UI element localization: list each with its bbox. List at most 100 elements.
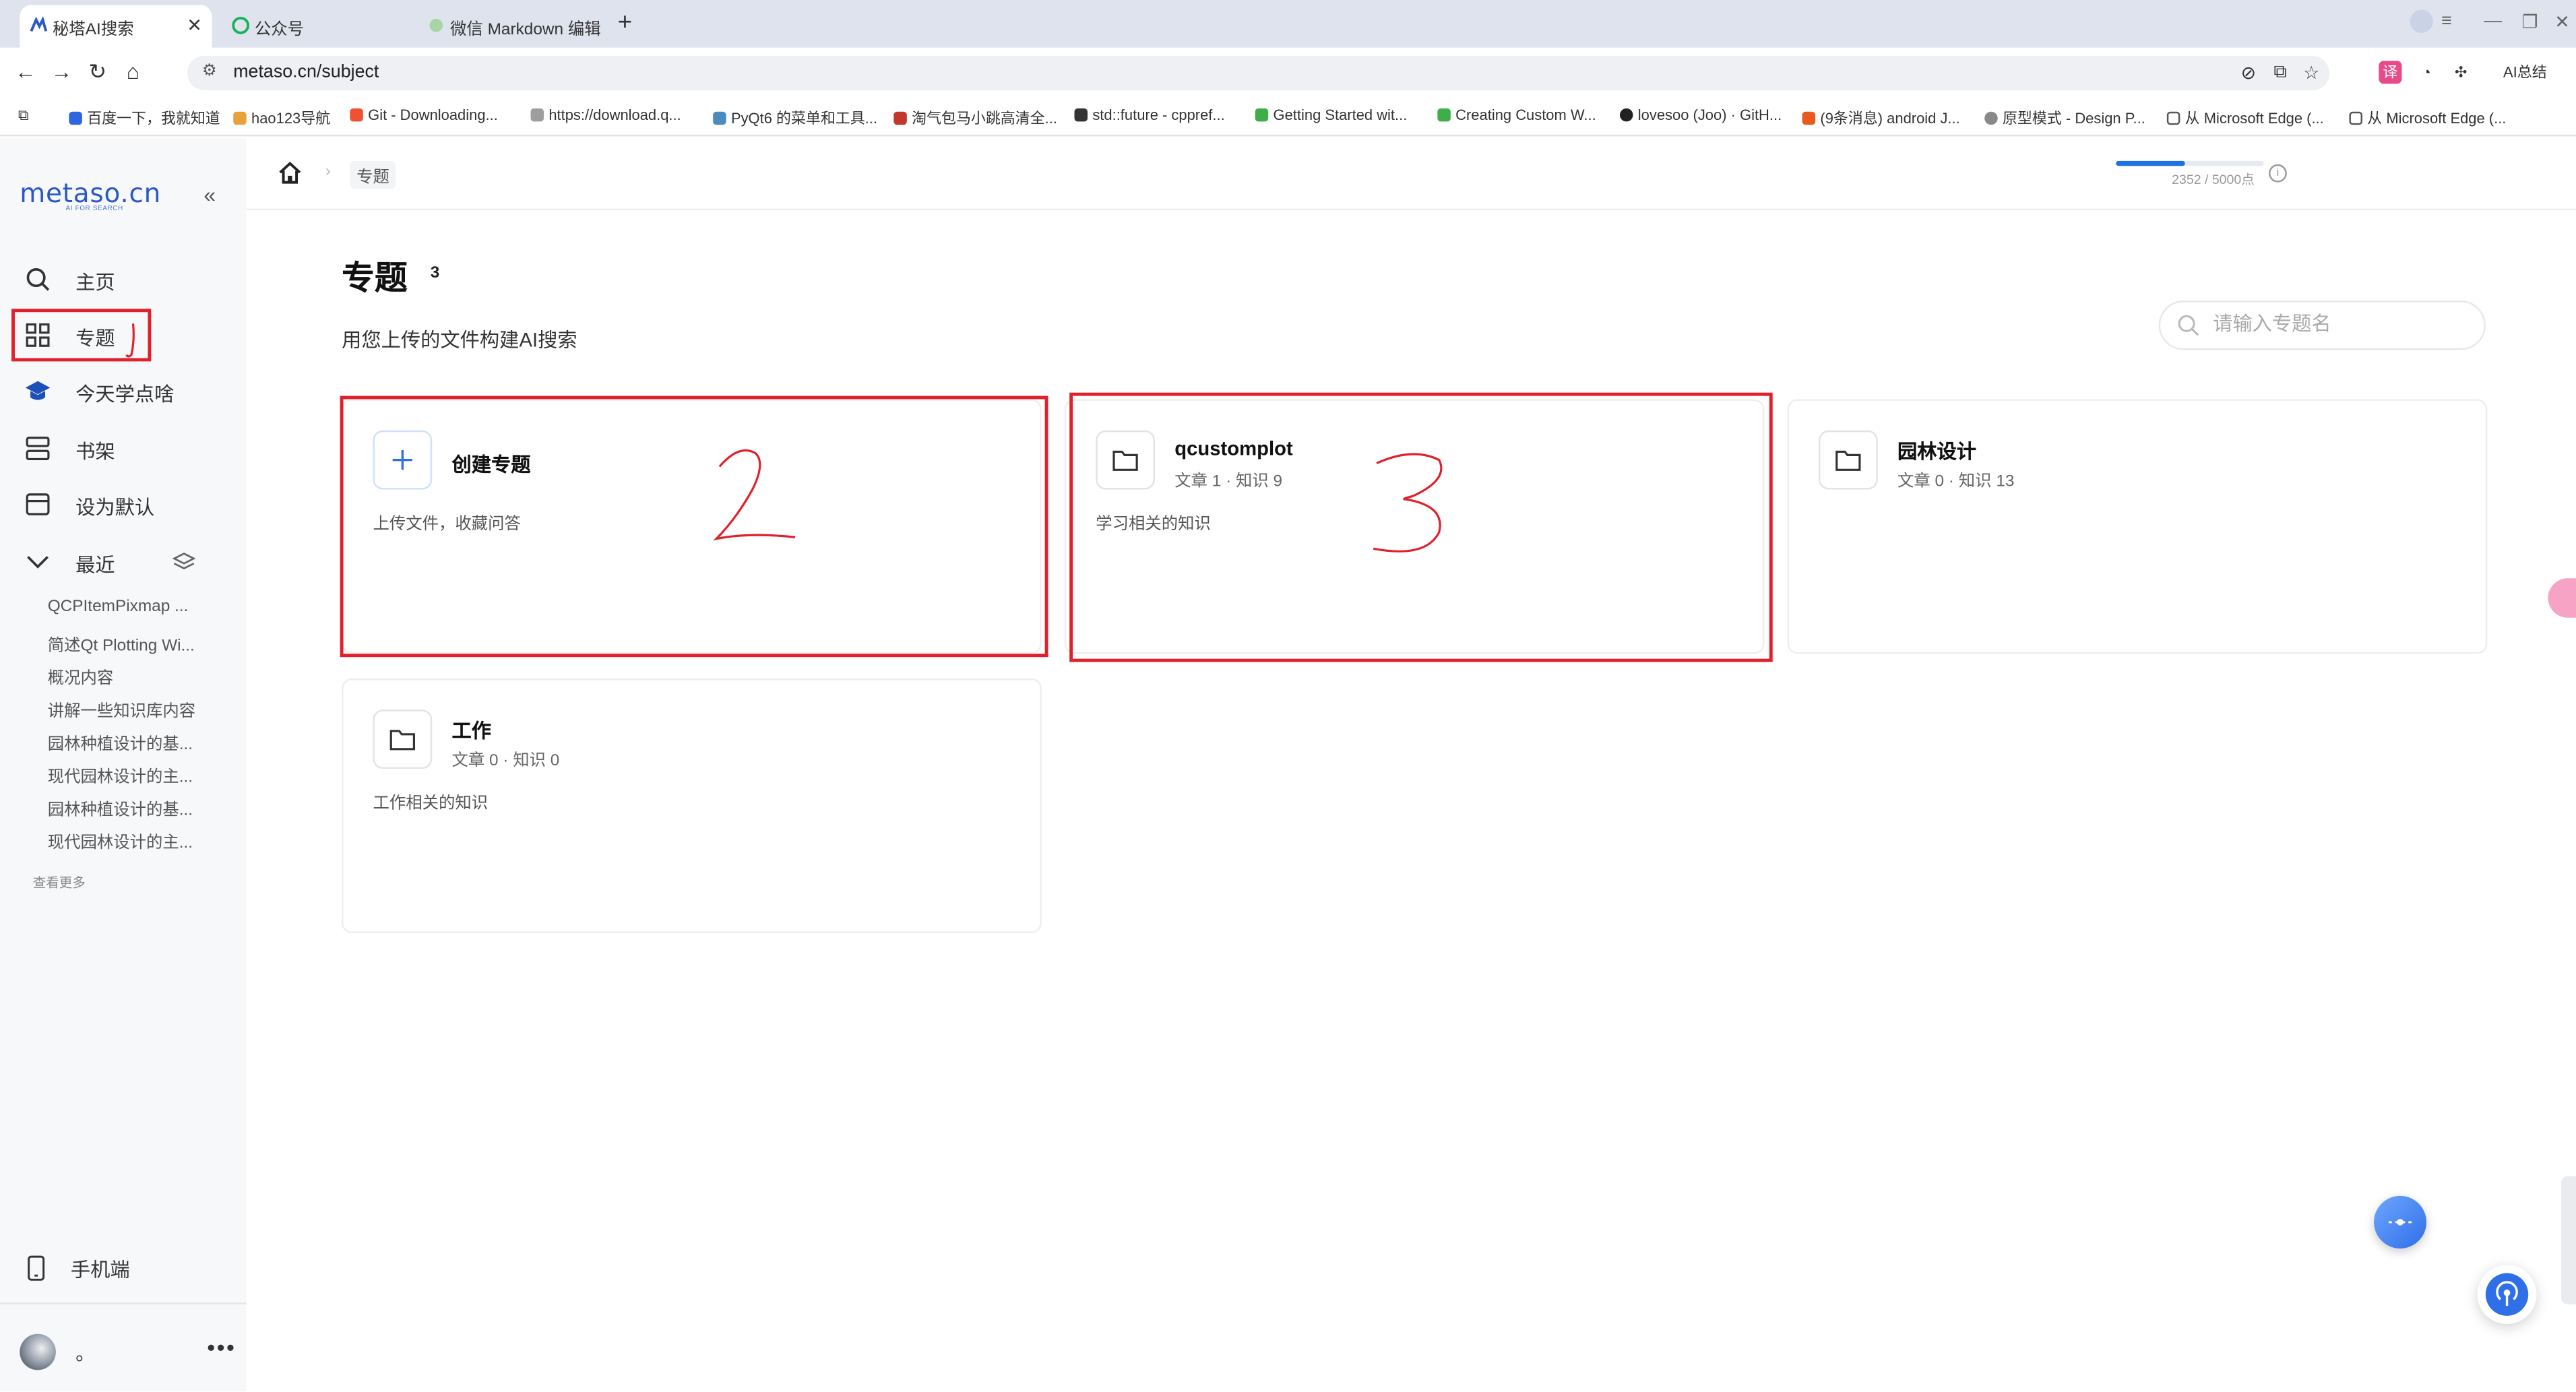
page-title: 专题 — [342, 261, 408, 298]
minimize-icon[interactable]: — — [2484, 11, 2502, 31]
annotation-number-1 — [125, 323, 135, 358]
tab-list-icon[interactable]: ≡ — [2441, 11, 2452, 31]
view-more-link[interactable]: 查看更多 — [33, 874, 86, 892]
sidebar-item-learn[interactable]: 今天学点啥 — [0, 370, 247, 412]
floating-assistant-button[interactable] — [2374, 1195, 2427, 1248]
tab-label: 微信 Markdown 编辑 — [450, 20, 601, 39]
topic-card[interactable]: 工作 文章 0 · 知识 0 工作相关的知识 — [342, 678, 1042, 933]
favorite-star-icon[interactable]: ☆ — [2303, 63, 2319, 84]
bookmark-item[interactable]: Getting Started wit... — [1255, 106, 1408, 123]
annotation-box — [340, 396, 1048, 658]
recent-item[interactable]: 园林种植设计的基... — [48, 795, 204, 820]
extension-icon[interactable]: 译 — [2379, 61, 2402, 84]
recent-item[interactable]: 现代园林设计的主... — [48, 762, 204, 787]
topic-search — [2158, 300, 2486, 350]
forward-icon[interactable]: → — [51, 61, 73, 82]
ai-summary-button[interactable]: AI总结 — [2484, 61, 2566, 84]
wechat-favicon-icon — [232, 16, 250, 34]
bookmark-label: 从 Microsoft Edge (... — [2185, 110, 2324, 127]
bookmark-label: https://download.q... — [548, 106, 681, 123]
bookmark-item[interactable]: std::future - cppref... — [1074, 106, 1225, 123]
url-text: metaso.cn/subject — [233, 62, 379, 82]
sidebar-item-bookshelf[interactable]: 书架 — [0, 427, 247, 470]
topic-name: 工作 — [451, 719, 492, 743]
folder-icon — [373, 709, 433, 769]
bookmark-folder[interactable]: 从 Microsoft Edge (... — [2349, 106, 2506, 128]
sidebar-item-label: 书架 — [75, 440, 115, 464]
recent-item[interactable]: 现代园林设计的主... — [48, 828, 204, 853]
bookmark-item[interactable]: 原型模式 - Design P... — [1984, 106, 2145, 128]
header-divider — [246, 208, 2576, 211]
voice-input-button[interactable] — [2477, 1265, 2537, 1325]
recent-item[interactable]: 讲解一些知识库内容 — [48, 697, 204, 722]
metaso-favicon-icon — [30, 16, 48, 32]
close-tab-icon[interactable]: ✕ — [187, 15, 201, 36]
bookmark-item[interactable]: https://download.q... — [530, 106, 681, 123]
restore-icon[interactable]: ❐ — [2521, 11, 2538, 33]
bookmark-folder[interactable]: 从 Microsoft Edge (... — [2166, 106, 2324, 128]
profile-icon[interactable] — [2410, 9, 2433, 33]
article-count: 文章 0 — [1897, 473, 1945, 491]
bookmark-label: 原型模式 - Design P... — [2003, 110, 2145, 127]
extension-badge-icon[interactable]: ◔ — [2415, 61, 2438, 84]
bookmark-label: Getting Started wit... — [1273, 106, 1408, 123]
recent-item[interactable]: 简述Qt Plotting Wi... — [48, 631, 204, 656]
extensions-puzzle-icon[interactable]: ✣ — [2449, 61, 2472, 84]
avatar[interactable] — [20, 1333, 56, 1370]
bookmark-item[interactable]: lovesoo (Joo) · GitH... — [1619, 106, 1782, 123]
page-subtitle: 用您上传的文件构建AI搜索 — [342, 328, 577, 352]
floating-helper-tab[interactable] — [2548, 578, 2576, 618]
bookmark-item[interactable]: (9条消息) android J... — [1802, 106, 1960, 128]
bookmark-item[interactable]: PyQt6 的菜单和工具... — [713, 106, 877, 128]
recent-item[interactable]: QCPItemPixmap ... — [48, 598, 204, 616]
annotation-number-2 — [713, 449, 796, 541]
sidebar-item-recent[interactable]: 最近 — [0, 540, 247, 583]
bookmarks-folder-icon[interactable]: ⧉ — [18, 106, 29, 125]
ai-summary-label: AI总结 — [2503, 64, 2547, 81]
topic-count: 3 — [430, 264, 440, 283]
search-input[interactable] — [2213, 312, 2459, 336]
collapse-sidebar-icon[interactable]: « — [203, 183, 216, 208]
new-tab-button[interactable]: + — [618, 8, 632, 36]
reload-icon[interactable]: ↻ — [89, 61, 107, 82]
recent-item[interactable]: 园林种植设计的基... — [48, 730, 204, 754]
tab-metaso[interactable]: 秘塔AI搜索 ✕ — [20, 5, 212, 48]
bookmark-label: std::future - cppref... — [1092, 106, 1225, 123]
info-icon[interactable]: i — [2269, 164, 2287, 183]
bookmark-item[interactable]: 百度一下，我就知道 — [69, 106, 220, 128]
bookmark-item[interactable]: Git - Downloading... — [350, 106, 498, 123]
tracking-icon[interactable]: ⊘ — [2241, 63, 2256, 84]
sidebar-item-set-default[interactable]: 设为默认 — [0, 483, 247, 526]
browser-tab-bar: 秘塔AI搜索 ✕ 公众号 微信 Markdown 编辑 + ≡ — ❐ ✕ — [0, 0, 2576, 48]
close-window-icon[interactable]: ✕ — [2554, 11, 2569, 33]
app-available-icon[interactable]: ⧉ — [2273, 63, 2286, 84]
back-icon[interactable]: ← — [15, 61, 36, 82]
side-drawer-handle[interactable] — [2561, 1176, 2576, 1304]
breadcrumb-separator-icon: › — [325, 162, 331, 181]
search-icon — [2178, 315, 2199, 336]
quota-text: 2352 / 5000点 — [2172, 172, 2255, 187]
site-settings-icon[interactable]: ⚙ — [202, 63, 217, 81]
topic-name: 园林设计 — [1897, 440, 1977, 464]
tab-label: 秘塔AI搜索 — [53, 20, 134, 39]
home-icon[interactable]: ⌂ — [127, 61, 139, 82]
breadcrumb-current: 专题 — [350, 160, 396, 189]
address-bar-row: ← → ↻ ⌂ ⚙ metaso.cn/subject ⊘ ⧉ ☆ 译 ◔ ✣ … — [0, 47, 2576, 97]
topic-card[interactable]: 园林设计 文章 0 · 知识 13 — [1787, 399, 2488, 654]
sidebar-item-home[interactable]: 主页 — [0, 258, 247, 300]
bookmark-item[interactable]: Creating Custom W... — [1437, 106, 1596, 123]
mobile-link[interactable]: 手机端 — [71, 1255, 130, 1283]
bookmark-item[interactable]: hao123导航 — [233, 106, 330, 128]
bookmark-item[interactable]: 淘气包马小跳高清全... — [893, 106, 1057, 128]
recent-item[interactable]: 概况内容 — [48, 664, 204, 689]
tab-label: 公众号 — [254, 20, 305, 39]
home-icon[interactable] — [278, 161, 303, 184]
folder-icon — [1818, 430, 1878, 490]
url-field[interactable]: ⚙ metaso.cn/subject ⊘ ⧉ ☆ — [187, 55, 2330, 91]
layers-icon[interactable] — [172, 550, 196, 573]
tab-markdown[interactable]: 微信 Markdown 编辑 — [417, 5, 601, 47]
more-options-icon[interactable]: ••• — [207, 1334, 236, 1360]
user-name: 。 — [75, 1341, 96, 1366]
bookmarks-bar: ⧉ 百度一下，我就知道 hao123导航 Git - Downloading..… — [0, 96, 2576, 137]
tab-gongzhonghao[interactable]: 公众号 — [222, 5, 402, 47]
